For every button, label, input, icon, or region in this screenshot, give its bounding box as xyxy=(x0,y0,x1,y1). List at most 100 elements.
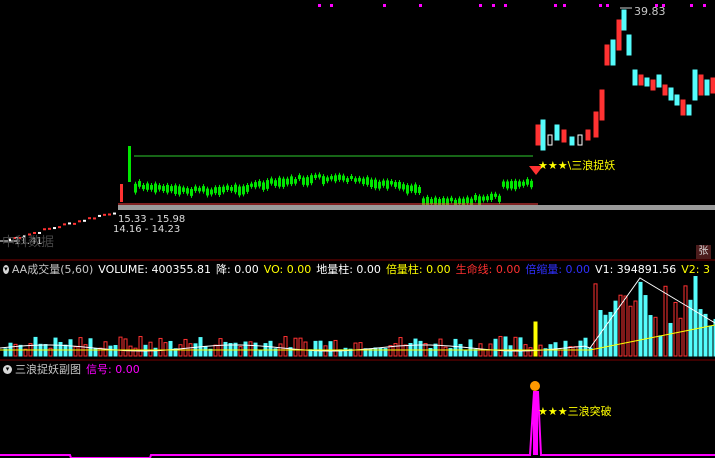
candle xyxy=(93,217,96,220)
candle xyxy=(535,124,541,146)
candle xyxy=(650,79,656,91)
volume-bar xyxy=(498,335,503,357)
volume-ma-line xyxy=(0,277,715,352)
volume-bar xyxy=(398,337,403,357)
candle xyxy=(599,89,605,121)
candle xyxy=(547,134,553,146)
indicator-volume: VOLUME: 400355.81 xyxy=(98,262,212,276)
volume-bar xyxy=(633,300,638,357)
volume-bar xyxy=(158,337,163,357)
volume-bar xyxy=(68,339,73,357)
volume-bar xyxy=(223,341,228,357)
candle xyxy=(604,44,610,66)
top-marker xyxy=(330,4,333,7)
zone-gray-band xyxy=(118,205,715,210)
volume-bar xyxy=(463,349,468,357)
candle xyxy=(577,134,583,146)
volume-bar xyxy=(58,341,63,357)
candle xyxy=(585,129,591,141)
top-marker xyxy=(479,4,482,7)
candle xyxy=(63,223,66,226)
volume-bar xyxy=(98,347,103,357)
chevron-down-icon[interactable]: ▾ xyxy=(3,264,9,274)
chevron-down-icon[interactable]: ▾ xyxy=(3,364,12,374)
signal-panel-title[interactable]: 三浪捉妖副图 xyxy=(15,362,81,376)
volume-bar xyxy=(638,281,643,357)
volume-bar xyxy=(578,340,583,357)
volume-bar xyxy=(148,341,153,357)
watermark: 中科数据 xyxy=(2,235,55,250)
volume-bar xyxy=(248,341,253,357)
top-marker xyxy=(703,4,706,7)
indicator-beisuoliang: 倍缩量: 0.00 xyxy=(525,263,591,276)
volume-panel-header: ▾ AA成交量(5,60) VOLUME: 400355.81 降: 0.00 … xyxy=(0,262,715,276)
price-high-label: 39.83 xyxy=(634,5,666,18)
candle xyxy=(78,220,81,223)
volume-bar xyxy=(558,349,563,357)
volume-bar xyxy=(343,347,348,357)
volume-bar xyxy=(563,340,568,357)
candle xyxy=(98,214,101,217)
candle xyxy=(128,146,131,182)
volume-bar xyxy=(453,338,458,357)
candle xyxy=(680,99,686,116)
volume-bar xyxy=(438,338,443,357)
candle xyxy=(710,77,715,94)
volume-bar xyxy=(693,276,698,357)
volume-bar xyxy=(668,322,673,357)
volume-bar xyxy=(628,305,633,357)
volume-bar xyxy=(328,341,333,357)
volume-bar xyxy=(703,313,708,357)
candle xyxy=(120,184,123,202)
candle xyxy=(662,84,668,96)
volume-bar xyxy=(413,338,418,357)
top-marker xyxy=(504,4,507,7)
volume-bar xyxy=(698,309,703,357)
volume-bar xyxy=(528,347,533,357)
volume-bar xyxy=(153,347,158,357)
volume-bar xyxy=(663,285,668,357)
zone-lower-label: 14.16 - 14.23 xyxy=(113,224,181,235)
volume-bar xyxy=(303,341,308,357)
candle xyxy=(83,219,86,222)
volume-bar xyxy=(123,338,128,357)
volume-bar xyxy=(418,340,423,357)
candle xyxy=(561,129,567,143)
volume-bar xyxy=(678,317,683,357)
volume-bar xyxy=(658,335,663,357)
top-marker xyxy=(599,4,602,7)
volume-panel-title[interactable]: AA成交量(5,60) xyxy=(12,262,93,276)
indicator-vo: VO: 0.00 xyxy=(263,262,312,276)
candle xyxy=(616,19,622,51)
signal-value: 信号: 0.00 xyxy=(86,363,140,376)
volume-bar xyxy=(483,349,488,357)
top-marker xyxy=(554,4,557,7)
volume-bar xyxy=(168,340,173,357)
breakout-label: ★★★三浪突破 xyxy=(538,405,612,418)
money-bag-icon xyxy=(530,381,540,391)
volume-bar xyxy=(113,345,118,357)
indicator-v2: V2: 3 xyxy=(681,262,710,276)
candle xyxy=(593,111,599,138)
candle xyxy=(88,217,91,220)
candle xyxy=(626,34,632,56)
volume-bar xyxy=(63,344,68,357)
candle xyxy=(569,136,575,146)
candle xyxy=(692,69,698,101)
signal-line xyxy=(0,391,715,458)
top-marker xyxy=(419,4,422,7)
top-marker xyxy=(318,4,321,7)
volume-bar xyxy=(293,337,298,357)
volume-bar xyxy=(163,342,168,357)
volume-bar xyxy=(203,346,208,357)
volume-bar xyxy=(443,346,448,357)
zhang-badge[interactable]: 张 xyxy=(696,245,711,259)
candle xyxy=(704,79,710,96)
candle xyxy=(554,124,560,141)
candle xyxy=(108,213,111,216)
volume-bar xyxy=(513,336,518,357)
kline-chart-canvas[interactable] xyxy=(0,0,715,458)
candle xyxy=(638,74,644,86)
candle xyxy=(540,119,546,151)
volume-bar xyxy=(33,336,38,357)
